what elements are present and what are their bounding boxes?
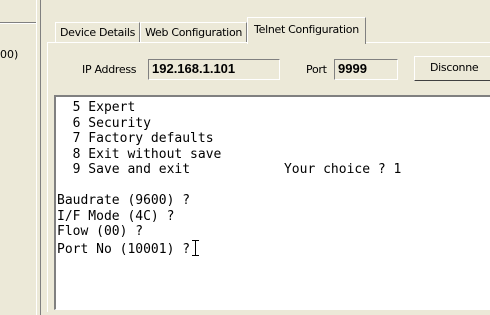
ip-address-field[interactable]: 192.168.1.101 [148, 59, 280, 80]
left-pane-divider [0, 22, 40, 24]
tab-telnet-configuration[interactable]: Telnet Configuration [247, 17, 366, 44]
tab-strip: Device Details Web Configuration Telnet … [55, 16, 366, 44]
telnet-terminal[interactable]: 5 Expert 6 Security 7 Factory defaults 8… [54, 95, 490, 310]
tab-device-details[interactable]: Device Details [55, 22, 141, 43]
left-pane: 00) [0, 0, 40, 315]
pane-splitter[interactable] [36, 0, 41, 315]
tab-control: Device Details Web Configuration Telnet … [44, 0, 490, 315]
terminal-line: Baudrate (9600) ? [57, 193, 191, 208]
port-field[interactable]: 9999 [334, 59, 398, 80]
text-cursor-icon [192, 239, 200, 256]
ip-address-label: IP Address [82, 63, 137, 76]
left-pane-text-fragment: 00) [0, 48, 19, 61]
telnet-configuration-panel: IP Address 192.168.1.101 Port 9999 Disco… [47, 42, 490, 312]
terminal-line: I/F Mode (4C) ? [57, 208, 175, 224]
terminal-line: 7 Factory defaults [57, 131, 214, 146]
terminal-line: Flow (00) ? [57, 224, 144, 239]
terminal-current-prompt: Port No (10001) ? [57, 241, 191, 257]
terminal-line-current: Port No (10001) ? [57, 239, 490, 257]
terminal-line: 8 Exit without save [57, 146, 222, 162]
port-label: Port [306, 63, 327, 76]
tab-web-configuration[interactable]: Web Configuration [140, 22, 248, 43]
terminal-line: 9 Save and exit Your choice ? 1 [57, 162, 402, 177]
terminal-line: 5 Expert [57, 100, 136, 115]
connection-bar: IP Address 192.168.1.101 Port 9999 Disco… [48, 43, 490, 95]
terminal-line: 6 Security [57, 115, 151, 131]
disconnect-button[interactable]: Disconne [414, 56, 490, 81]
